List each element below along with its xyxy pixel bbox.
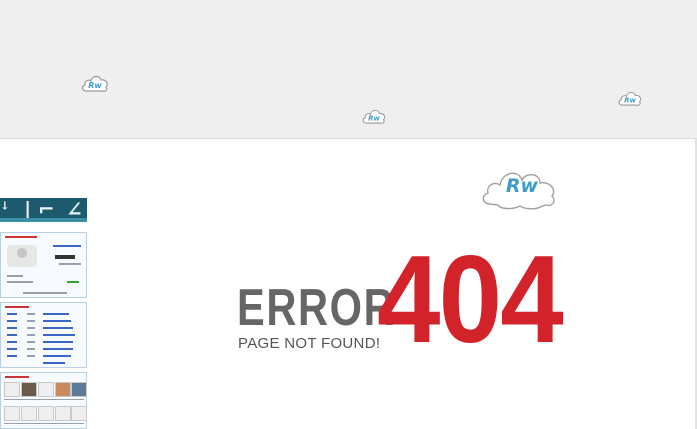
- gallery-thumb: [71, 382, 87, 397]
- cloud-logo-icon: Rw: [482, 172, 555, 210]
- cloud-logo-icon: Rw: [81, 75, 108, 92]
- banner-glyph-icon: ꜜ: [1, 198, 9, 221]
- error-word: ERROR: [237, 279, 396, 337]
- cloud-logo-text: Rw: [368, 114, 380, 122]
- avatar-icon: [7, 245, 37, 267]
- gallery-thumb: [4, 382, 20, 397]
- gallery-thumb: [21, 382, 37, 397]
- error-message: PAGE NOT FOUND!: [238, 335, 381, 352]
- banner-glyph-icon: ⌐: [38, 198, 55, 221]
- gallery-thumb: [71, 406, 87, 421]
- preview-list-panel: [0, 302, 87, 368]
- error-code: 404: [377, 231, 564, 369]
- gallery-thumb: [21, 406, 37, 421]
- banner-glyph-icon: ∠: [66, 198, 83, 221]
- gallery-thumb: [38, 382, 54, 397]
- page-preview-strip: ꜜ | ⌐ ∠: [0, 198, 88, 429]
- cloud-logo-text: Rw: [506, 175, 539, 197]
- banner-stripe: [0, 218, 87, 222]
- gallery-thumb: [55, 382, 71, 397]
- gallery-thumb: [4, 406, 20, 421]
- gallery-thumb: [55, 406, 71, 421]
- preview-banner: ꜜ | ⌐ ∠: [0, 198, 87, 222]
- cloud-logo-text: Rw: [88, 81, 102, 90]
- preview-gallery-panel: [0, 372, 87, 429]
- cloud-logo-icon: Rw: [618, 91, 642, 106]
- cloud-logo-icon: Rw: [362, 109, 386, 124]
- preview-profile-panel: [0, 232, 87, 298]
- error-404-graphic: ERROR 404 PAGE NOT FOUND!: [236, 238, 596, 362]
- banner-glyph-icon: |: [24, 198, 32, 221]
- cloud-logo-text: Rw: [624, 96, 636, 104]
- gallery-thumb: [38, 406, 54, 421]
